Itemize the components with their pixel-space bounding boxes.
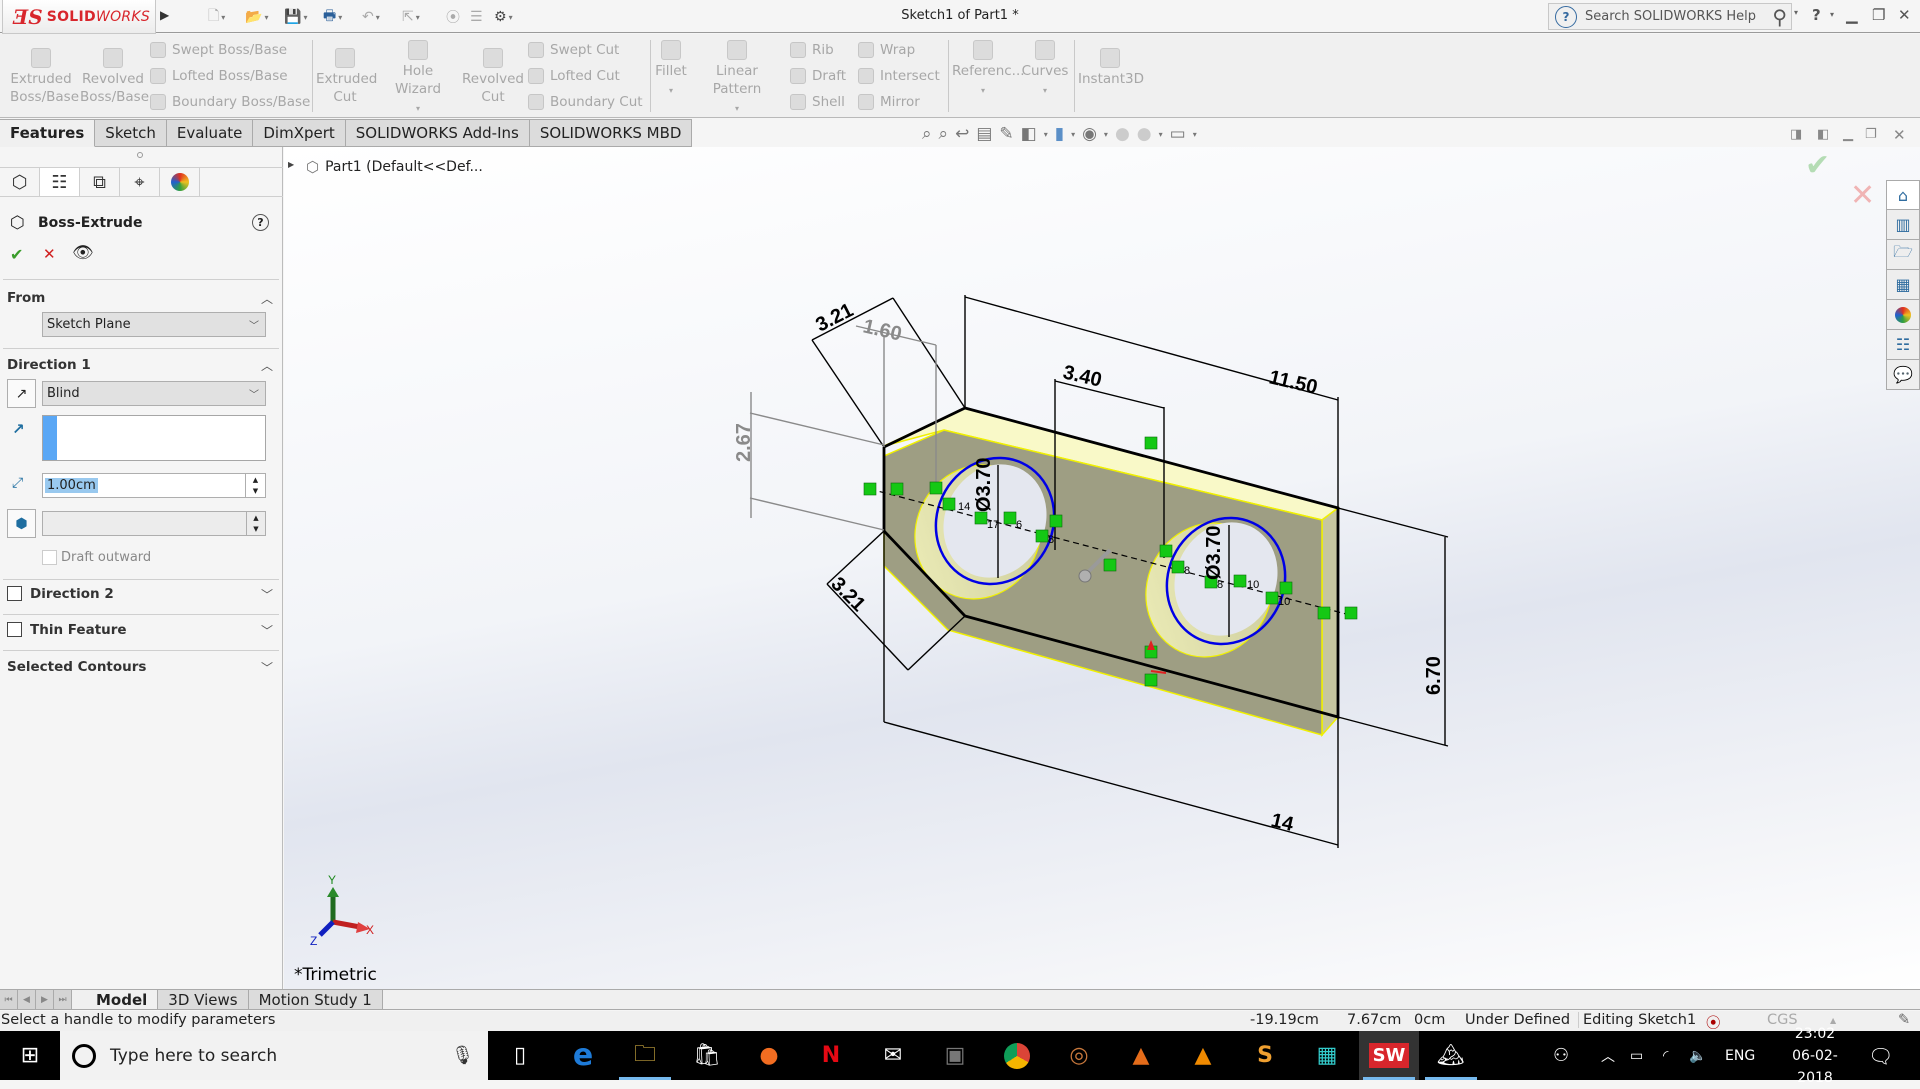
edge-button[interactable]: e — [553, 1031, 613, 1080]
taskbar-search-placeholder: Type here to search — [110, 1045, 278, 1066]
input-language[interactable]: ENG — [1725, 1031, 1755, 1080]
triad-z-axis — [318, 920, 335, 937]
action-center-icon[interactable]: 🗨 — [1868, 1031, 1893, 1080]
matlab-icon: ▲ — [1132, 1043, 1150, 1068]
relation-tag: 14 — [958, 501, 970, 513]
netflix-icon: N — [821, 1043, 841, 1068]
battery-icon[interactable]: ▭ — [1630, 1031, 1643, 1080]
status-bar: Select a handle to modify parameters -19… — [0, 1011, 1920, 1033]
triad-x-label: X — [366, 923, 374, 937]
edge-icon: e — [572, 1038, 594, 1073]
relation-tag: 8 — [1184, 565, 1190, 577]
people-icon[interactable]: ⚇ — [1553, 1031, 1569, 1080]
photos-icon: 🏔 — [1437, 1043, 1465, 1068]
sublime-button[interactable]: S — [1235, 1031, 1295, 1080]
tab-motion-study[interactable]: Motion Study 1 — [248, 990, 383, 1009]
drag-handle-knob[interactable] — [1078, 569, 1092, 583]
folder-icon: 🗀 — [633, 1041, 656, 1067]
vlc-button[interactable]: ▲ — [1173, 1031, 1233, 1080]
dim-top-length[interactable]: 11.50 — [1267, 366, 1320, 398]
relation-tag: 8 — [1217, 579, 1223, 591]
dim-offset-top[interactable]: 1.60 — [861, 315, 904, 345]
tray-overflow-icon[interactable]: ︿ — [1601, 1031, 1615, 1080]
file-explorer-button[interactable]: 🗀 — [615, 1031, 675, 1080]
last-tab-button[interactable]: ⏭ — [54, 990, 72, 1009]
store-button[interactable]: 🛍 — [677, 1031, 737, 1080]
tab-model[interactable]: Model — [86, 990, 159, 1009]
circuit-app-icon: ▦ — [1316, 1043, 1338, 1068]
task-view-button[interactable]: ▯ — [490, 1031, 550, 1080]
mail-icon: ✉ — [883, 1043, 903, 1068]
taskbar-search-box[interactable]: Type here to search 🎙 — [60, 1031, 488, 1080]
dim-hole2-diameter[interactable]: Ø3.70 — [1203, 526, 1225, 580]
store-bag-icon: 🛍 — [693, 1043, 721, 1068]
relation-tag: 17 — [987, 519, 999, 531]
first-tab-button[interactable]: ⏮ — [0, 990, 18, 1009]
windows-taskbar: ⊞ Type here to search 🎙 ▯ e 🗀 🛍 ● N ✉ ▣ … — [0, 1026, 1920, 1086]
dim-height-left[interactable]: 2.67 — [733, 423, 755, 462]
cortana-icon — [72, 1043, 96, 1068]
edit-mode: Editing Sketch1 — [1578, 1012, 1696, 1028]
solidworks-taskbar-button[interactable]: SW — [1359, 1031, 1419, 1080]
firefox-button[interactable]: ● — [739, 1031, 799, 1080]
dim-chamfer-top[interactable]: 3.21 — [812, 299, 857, 336]
chrome-button[interactable] — [987, 1031, 1047, 1080]
pdf-app-button[interactable]: ◎ — [1049, 1031, 1109, 1080]
status-message: Select a handle to modify parameters — [1, 1012, 276, 1028]
unit-system[interactable]: CGS — [1767, 1012, 1798, 1028]
relation-tag: 6 — [1016, 519, 1022, 531]
chrome-icon — [1004, 1042, 1030, 1069]
cursor-z: 0cm — [1414, 1012, 1446, 1028]
clock[interactable]: 23:02 06-02-2018 — [1775, 1026, 1855, 1086]
sketch-state: Under Defined — [1465, 1012, 1571, 1028]
triad-y-arrow-icon — [327, 887, 339, 897]
relation-tag: 10 — [1278, 596, 1290, 608]
netflix-button[interactable]: N — [801, 1031, 861, 1080]
dim-height-right[interactable]: 6.70 — [1423, 656, 1445, 695]
mail-button[interactable]: ✉ — [863, 1031, 923, 1080]
cursor-y: 7.67cm — [1347, 1012, 1402, 1028]
view-orientation-label: *Trimetric — [294, 965, 377, 985]
predator-sense-button[interactable]: ▣ — [925, 1031, 985, 1080]
model-sketch-canvas[interactable]: 3.21 1.60 2.67 3.21 3.40 11.50 Ø3.70 Ø3.… — [0, 0, 1920, 1080]
previous-tab-button[interactable]: ◀ — [18, 990, 36, 1009]
clock-time: 23:02 — [1794, 1025, 1836, 1042]
pdf-app-icon: ◎ — [1069, 1043, 1089, 1068]
cursor-x: -19.19cm — [1250, 1012, 1319, 1028]
sublime-icon: S — [1257, 1043, 1273, 1068]
solidworks-icon: SW — [1368, 1043, 1410, 1068]
triad-y-label: Y — [328, 873, 336, 887]
part-right-face[interactable] — [1321, 506, 1339, 737]
matlab-button[interactable]: ▲ — [1111, 1031, 1171, 1080]
wifi-icon[interactable]: ◜ — [1663, 1031, 1668, 1080]
bottom-tabs: ⏮ ◀ ▶ ⏭ Model 3D Views Motion Study 1 — [0, 989, 1920, 1010]
relation-tag: 8 — [1048, 534, 1054, 546]
customize-status-icon[interactable]: ✎ — [1898, 1012, 1910, 1028]
windows-logo-icon: ⊞ — [20, 1043, 40, 1068]
triad-x-axis — [332, 919, 361, 930]
windows-start-button[interactable]: ⊞ — [0, 1031, 60, 1080]
firefox-icon: ● — [759, 1043, 779, 1068]
photos-button[interactable]: 🏔 — [1421, 1031, 1481, 1080]
vlc-cone-icon: ▲ — [1194, 1043, 1212, 1068]
clock-date: 06-02-2018 — [1792, 1047, 1838, 1086]
microphone-icon[interactable]: 🎙 — [451, 1045, 474, 1066]
rebuild-status-icon[interactable]: ⦿ — [1706, 1012, 1721, 1033]
tab-3d-views[interactable]: 3D Views — [158, 990, 249, 1009]
next-tab-button[interactable]: ▶ — [36, 990, 54, 1009]
dim-hole-spacing[interactable]: 3.40 — [1061, 361, 1104, 391]
dim-hole1-diameter[interactable]: Ø3.70 — [973, 458, 995, 512]
volume-icon[interactable]: 🔈 — [1689, 1031, 1706, 1080]
relation-tag: 10 — [1247, 579, 1259, 591]
triad-z-label: Z — [310, 934, 317, 948]
task-view-icon: ▯ — [513, 1043, 527, 1068]
circuit-app-button[interactable]: ▦ — [1297, 1031, 1357, 1080]
predator-icon: ▣ — [944, 1043, 966, 1068]
